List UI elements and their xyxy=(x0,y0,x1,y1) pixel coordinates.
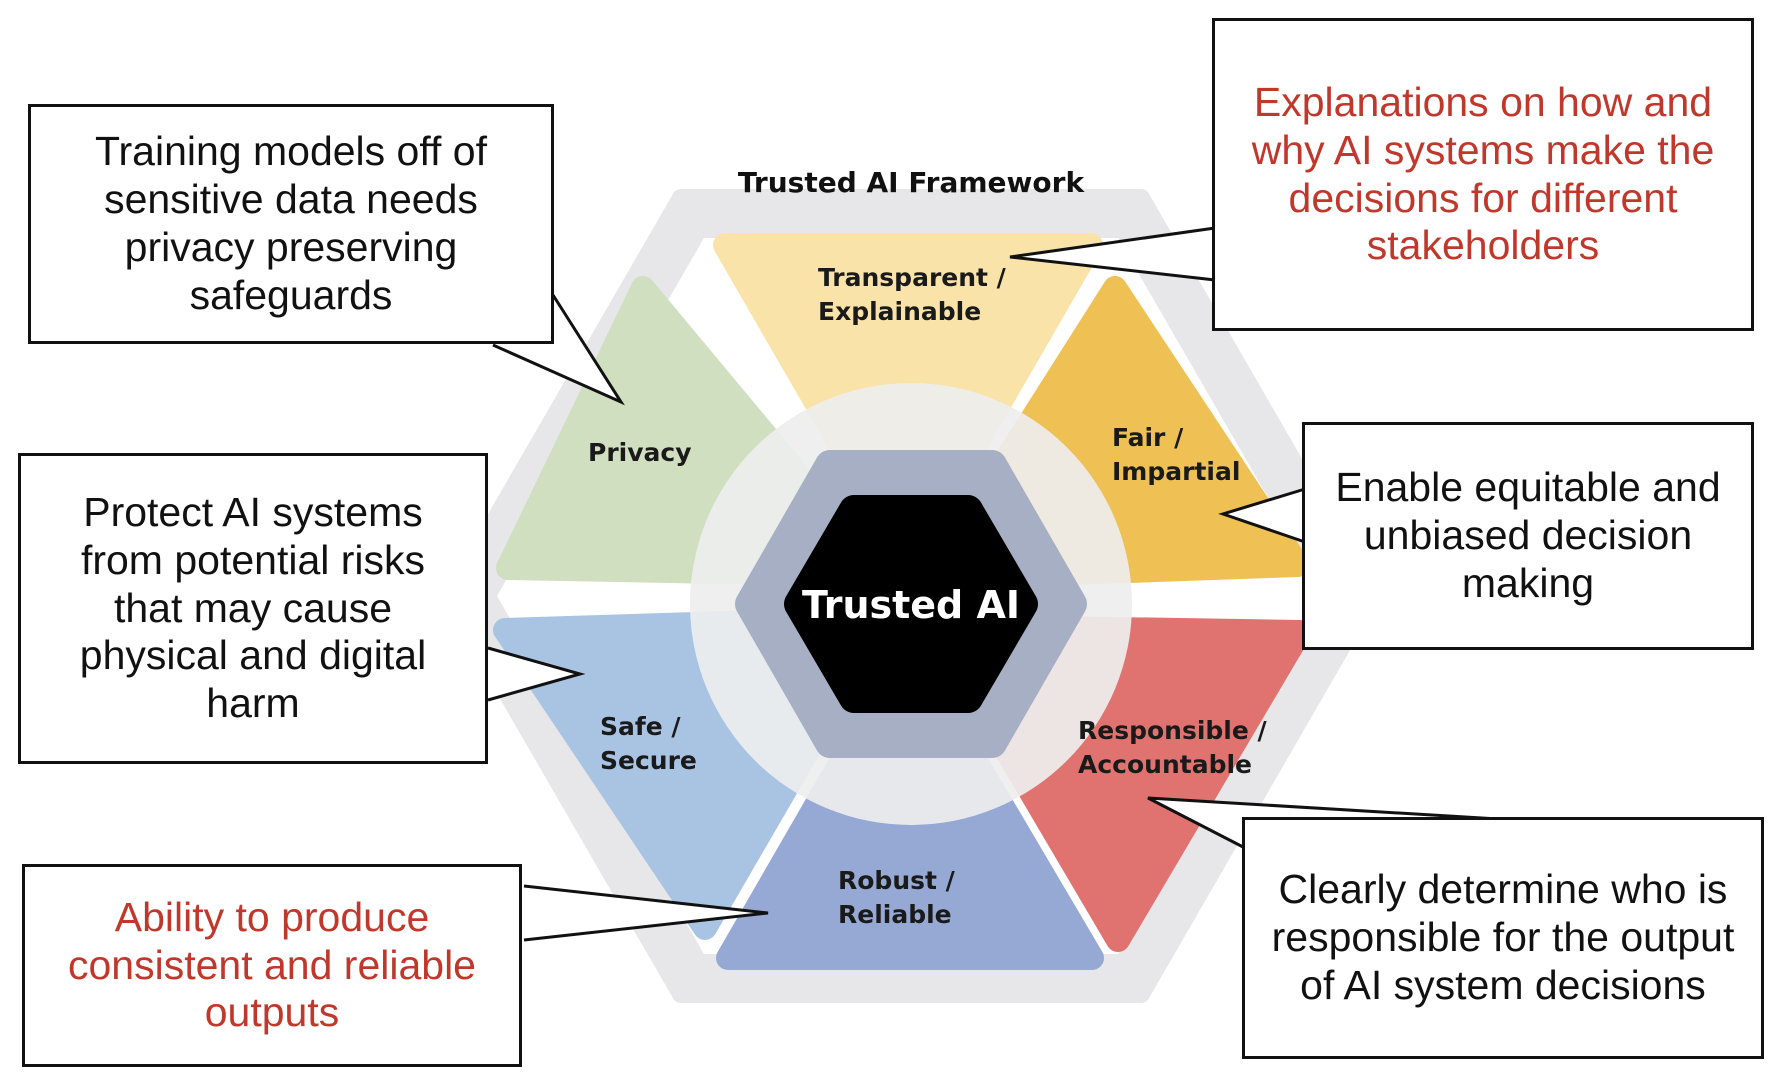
segment-label-line: Robust / xyxy=(838,866,956,895)
segment-label-line: Explainable xyxy=(818,297,981,326)
callout-safe: Protect AI systems from potential risks … xyxy=(18,453,488,764)
callout-transparent: Explanations on how and why AI systems m… xyxy=(1212,18,1754,331)
callout-robust-text: Ability to produce consistent and reliab… xyxy=(68,893,476,1036)
callout-robust: Ability to produce consistent and reliab… xyxy=(22,864,522,1067)
segment-label-line: Impartial xyxy=(1112,457,1240,486)
segment-label-line: Fair / xyxy=(1112,423,1184,452)
segment-label-line: Transparent / xyxy=(818,263,1007,292)
segment-label-line: Secure xyxy=(600,746,697,775)
segment-label-privacy: Privacy xyxy=(588,438,692,467)
callout-responsible: Clearly determine who is responsible for… xyxy=(1242,817,1764,1059)
callout-transparent-text: Explanations on how and why AI systems m… xyxy=(1251,78,1715,269)
callout-responsible-text: Clearly determine who is responsible for… xyxy=(1271,866,1735,1008)
callout-fair-text: Enable equitable and unbiased decision m… xyxy=(1335,464,1721,606)
framework-title: Trusted AI Framework xyxy=(738,166,1086,199)
segment-label-line: Reliable xyxy=(838,900,952,929)
core-label: Trusted AI xyxy=(802,583,1020,627)
segment-label-line: Accountable xyxy=(1078,750,1252,779)
segment-label-line: Privacy xyxy=(588,438,692,467)
callout-privacy: Training models off of sensitive data ne… xyxy=(28,104,554,344)
trusted-ai-diagram: Trusted AI Framework Trusted AI Transpar… xyxy=(0,0,1780,1087)
callout-safe-text: Protect AI systems from potential risks … xyxy=(79,488,427,727)
callout-fair: Enable equitable and unbiased decision m… xyxy=(1302,422,1754,650)
segment-label-line: Responsible / xyxy=(1078,716,1268,745)
callout-privacy-text: Training models off of sensitive data ne… xyxy=(95,128,487,318)
segment-label-line: Safe / xyxy=(600,712,681,741)
